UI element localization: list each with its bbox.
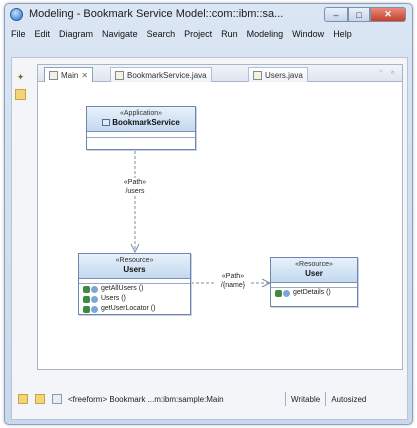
operation-label: Users ()	[101, 295, 126, 302]
tab-users-java[interactable]: Users.java	[248, 67, 308, 82]
menu-modeling[interactable]: Modeling	[247, 28, 284, 40]
class-icon	[102, 119, 111, 126]
resource-method-icon	[91, 305, 98, 313]
app-icon	[10, 8, 23, 21]
operation-icon	[83, 295, 90, 303]
diagram-editor: Main ✕ BookmarkService.java Users.java ⁻…	[37, 64, 403, 370]
workbench-area: ✦ Main ✕ BookmarkService.java Users.java	[11, 57, 408, 420]
close-button[interactable]: ✕	[370, 7, 406, 22]
status-writable: Writable	[291, 394, 321, 404]
menu-edit[interactable]: Edit	[35, 28, 51, 40]
stereotype-label: «Resource»	[115, 257, 154, 264]
link-path: /users	[125, 188, 145, 195]
status-folder-icon[interactable]	[35, 394, 45, 404]
resource-method-icon	[283, 289, 290, 297]
class-bookmarkservice[interactable]: «Application» BookmarkService	[86, 106, 196, 150]
tab-close-icon[interactable]: ✕	[81, 71, 88, 80]
link-stereotype: «Path»	[123, 179, 147, 186]
class-header: «Resource» User	[271, 258, 357, 283]
class-name-text: BookmarkService	[112, 118, 180, 127]
title-bar[interactable]: Modeling - Bookmark Service Model::com::…	[5, 4, 412, 26]
operation-label: getAllUsers ()	[101, 285, 144, 292]
app-window: Modeling - Bookmark Service Model::com::…	[4, 3, 413, 425]
link-label-users: «Path» /users	[118, 178, 152, 196]
menu-search[interactable]: Search	[147, 28, 176, 40]
side-toolbar: ✦	[15, 72, 29, 106]
operations-compartment	[87, 138, 195, 144]
link-stereotype: «Path»	[221, 273, 245, 280]
class-users[interactable]: «Resource» Users getAllUsers () Users ()…	[78, 253, 191, 315]
tab-label: Main	[61, 70, 79, 80]
operation-icon	[83, 305, 90, 313]
class-name: BookmarkService	[87, 118, 195, 128]
folder-icon[interactable]	[15, 89, 26, 100]
operation-icon	[83, 285, 90, 293]
tab-label: BookmarkService.java	[127, 70, 207, 80]
pin-icon[interactable]: ✦	[15, 72, 26, 83]
class-name: User	[305, 269, 323, 278]
window-title: Modeling - Bookmark Service Model::com::…	[29, 8, 284, 20]
constructor-icon	[91, 295, 98, 303]
operation-icon	[275, 289, 282, 297]
diagram-icon	[49, 70, 58, 80]
tab-main[interactable]: Main ✕	[44, 67, 94, 82]
class-header: «Resource» Users	[79, 254, 190, 279]
status-bar: <freeform> Bookmark ...m:ibm:sample:Main…	[11, 388, 409, 410]
menu-window[interactable]: Window	[292, 28, 324, 40]
class-user[interactable]: «Resource» User getDetails ()	[270, 257, 358, 307]
menu-help[interactable]: Help	[333, 28, 352, 40]
maximize-button[interactable]: □	[348, 7, 370, 22]
diagram-canvas[interactable]: «Application» BookmarkService «Path» /us…	[38, 82, 402, 369]
operation-label: getUserLocator ()	[101, 305, 156, 312]
operations-compartment: getDetails ()	[271, 288, 357, 298]
menu-run[interactable]: Run	[221, 28, 238, 40]
class-header: «Application» BookmarkService	[87, 107, 195, 132]
class-name: Users	[123, 265, 146, 274]
menu-bar: File Edit Diagram Navigate Search Projec…	[11, 28, 409, 40]
status-autosized: Autosized	[331, 394, 367, 404]
tab-label: Users.java	[265, 70, 303, 80]
editor-tabs: Main ✕ BookmarkService.java Users.java ⁻…	[38, 65, 402, 82]
menu-file[interactable]: File	[11, 28, 26, 40]
operation-item[interactable]: getAllUsers ()	[79, 284, 190, 294]
stereotype-label: «Application»	[119, 110, 163, 117]
resource-method-icon	[91, 285, 98, 293]
menu-diagram[interactable]: Diagram	[59, 28, 93, 40]
operations-compartment: getAllUsers () Users () getUserLocator (…	[79, 284, 190, 314]
minimize-maximize-icon[interactable]: ⁻ ▫	[379, 68, 397, 77]
link-path: /{name}	[220, 282, 246, 289]
java-file-icon	[115, 70, 124, 80]
status-pin-icon[interactable]	[18, 394, 28, 404]
operation-item[interactable]: Users ()	[79, 294, 190, 304]
menu-project[interactable]: Project	[184, 28, 212, 40]
status-divider	[325, 392, 327, 406]
status-diagram-icon	[52, 394, 62, 404]
minimize-button[interactable]: –	[324, 7, 348, 22]
menu-navigate[interactable]: Navigate	[102, 28, 138, 40]
tab-bookmarkservice-java[interactable]: BookmarkService.java	[110, 67, 212, 82]
operation-label: getDetails ()	[293, 289, 331, 296]
operation-item[interactable]: getDetails ()	[271, 288, 357, 298]
java-file-icon	[253, 70, 262, 80]
status-divider	[285, 392, 286, 406]
stereotype-label: «Resource»	[295, 261, 333, 268]
operation-item[interactable]: getUserLocator ()	[79, 304, 190, 314]
link-label-name: «Path» /{name}	[216, 272, 250, 290]
status-path: <freeform> Bookmark ...m:ibm:sample:Main	[68, 394, 224, 404]
window-controls: – □ ✕	[324, 7, 406, 23]
